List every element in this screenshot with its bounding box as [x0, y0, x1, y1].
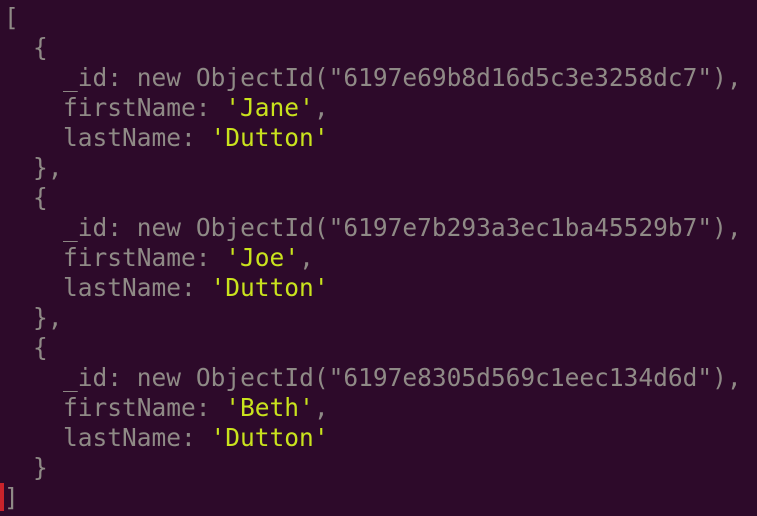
id-key: _id: [63, 213, 108, 242]
id-key: _id: [63, 363, 108, 392]
new-keyword: new: [136, 363, 182, 392]
lastname-value: 'Dutton': [210, 273, 329, 302]
firstname-key: firstName: [63, 243, 196, 272]
doc-id-line: _id: new ObjectId("6197e7b293a3ec1ba4552…: [4, 213, 757, 243]
firstname-value: 'Beth': [225, 393, 314, 422]
lastname-text: Dutton: [225, 123, 314, 152]
lastname-text: Dutton: [225, 423, 314, 452]
comma: ,: [299, 243, 314, 272]
firstname-text: Beth: [240, 393, 300, 422]
colon: :: [181, 423, 211, 452]
lastname-key: lastName: [63, 123, 182, 152]
paren-open: (": [313, 213, 344, 242]
objectid-ctor: ObjectId: [195, 213, 314, 242]
object-id-value: 6197e69b8d16d5c3e3258dc7: [343, 63, 698, 92]
doc-open-brace: {: [33, 183, 48, 212]
paren-open: (": [313, 63, 344, 92]
doc-id-line: _id: new ObjectId("6197e8305d569c1eec134…: [4, 363, 757, 393]
array-open-bracket: [: [4, 3, 19, 32]
comma: ,: [313, 93, 329, 122]
lastname-value: 'Dutton': [210, 423, 329, 452]
firstname-text: Jane: [240, 93, 300, 122]
terminal-window[interactable]: [ { _id: new ObjectId("6197e69b8d16d5c3e…: [0, 0, 757, 516]
paren-close: "),: [697, 63, 742, 92]
id-key: _id: [63, 63, 108, 92]
new-keyword: new: [136, 213, 182, 242]
firstname-key: firstName: [63, 393, 196, 422]
array-close-bracket: ]: [4, 483, 19, 512]
lastname-value: 'Dutton': [210, 123, 329, 152]
colon: :: [107, 213, 137, 242]
colon: :: [195, 93, 226, 122]
firstname-text: Joe: [240, 243, 285, 272]
firstname-value: 'Joe': [225, 243, 300, 272]
array-open-line: [: [4, 3, 757, 33]
doc-firstname-line: firstName: 'Beth',: [4, 393, 757, 423]
doc-open-brace: {: [33, 333, 48, 362]
doc-open-brace: {: [33, 33, 48, 62]
cursor-icon: [0, 483, 4, 511]
colon: :: [107, 63, 137, 92]
paren-open: (": [313, 363, 344, 392]
doc-lastname-line: lastName: 'Dutton': [4, 423, 757, 453]
object-id-value: 6197e8305d569c1eec134d6d: [343, 363, 698, 392]
comma: ,: [313, 393, 329, 422]
colon: :: [195, 243, 226, 272]
objectid-ctor: ObjectId: [195, 63, 314, 92]
array-close-line: ]: [4, 483, 757, 513]
lastname-key: lastName: [63, 423, 182, 452]
object-id-value: 6197e7b293a3ec1ba45529b7: [343, 213, 698, 242]
lastname-text: Dutton: [225, 273, 314, 302]
doc-close-line: }: [4, 453, 757, 483]
doc-close-line: },: [4, 153, 757, 183]
doc-id-line: _id: new ObjectId("6197e69b8d16d5c3e3258…: [4, 63, 757, 93]
doc-close-brace: },: [33, 303, 63, 332]
colon: :: [107, 363, 137, 392]
colon: :: [181, 273, 211, 302]
doc-open-line: {: [4, 33, 757, 63]
doc-close-brace: },: [33, 153, 63, 182]
objectid-ctor: ObjectId: [195, 363, 314, 392]
doc-lastname-line: lastName: 'Dutton': [4, 273, 757, 303]
paren-close: "),: [697, 363, 742, 392]
new-keyword: new: [136, 63, 182, 92]
doc-open-line: {: [4, 333, 757, 363]
doc-close-line: },: [4, 303, 757, 333]
doc-lastname-line: lastName: 'Dutton': [4, 123, 757, 153]
doc-open-line: {: [4, 183, 757, 213]
doc-close-brace: }: [33, 453, 48, 482]
firstname-key: firstName: [63, 93, 196, 122]
firstname-value: 'Jane': [225, 93, 314, 122]
lastname-key: lastName: [63, 273, 182, 302]
doc-firstname-line: firstName: 'Joe',: [4, 243, 757, 273]
paren-close: "),: [697, 213, 742, 242]
colon: :: [181, 123, 211, 152]
doc-firstname-line: firstName: 'Jane',: [4, 93, 757, 123]
colon: :: [195, 393, 226, 422]
